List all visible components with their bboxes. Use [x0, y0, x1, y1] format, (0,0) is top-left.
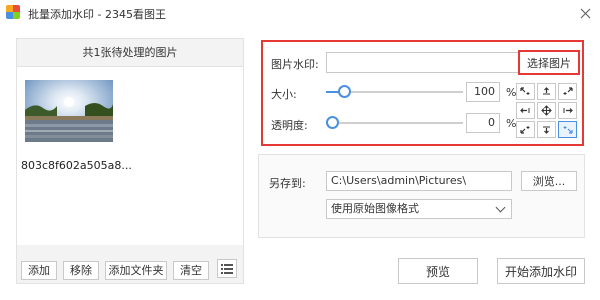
image-count-header: 共1张待处理的图片: [17, 39, 243, 67]
opacity-slider[interactable]: [326, 116, 463, 130]
watermark-image-input[interactable]: [326, 52, 519, 73]
position-top-center-icon[interactable]: [537, 83, 556, 100]
save-path-input[interactable]: C:\Users\admin\Pictures\: [326, 171, 512, 191]
position-top-left-icon[interactable]: [516, 83, 535, 100]
position-center-icon[interactable]: [537, 102, 556, 119]
size-label: 大小:: [271, 88, 297, 101]
choose-image-button[interactable]: 选择图片: [518, 50, 580, 75]
watermark-settings-panel: 图片水印: 选择图片 大小: 100 % 透明度: 0 %: [261, 40, 584, 146]
add-button[interactable]: 添加: [21, 261, 57, 280]
remove-button[interactable]: 移除: [63, 261, 99, 280]
position-middle-right-icon[interactable]: [558, 102, 577, 119]
position-middle-left-icon[interactable]: [516, 102, 535, 119]
opacity-value-field[interactable]: 0: [466, 113, 500, 133]
image-filename: 803c8f602a505a8...: [21, 159, 132, 172]
image-watermark-label: 图片水印:: [271, 58, 319, 71]
chevron-down-icon: [495, 202, 506, 213]
size-unit: %: [506, 86, 517, 99]
thumbnail-area[interactable]: 803c8f602a505a8...: [17, 67, 243, 245]
list-icon[interactable]: [217, 259, 237, 278]
close-icon[interactable]: [574, 2, 596, 24]
opacity-slider-track: [326, 122, 463, 124]
opacity-unit: %: [506, 117, 517, 130]
position-bottom-center-icon[interactable]: [537, 121, 556, 138]
size-slider[interactable]: [326, 85, 463, 99]
save-to-label: 另存到:: [269, 177, 306, 190]
start-watermark-button[interactable]: 开始添加水印: [497, 258, 585, 284]
clear-button[interactable]: 清空: [173, 261, 209, 280]
position-bottom-right-icon[interactable]: [558, 121, 577, 138]
image-list-panel: 共1张待处理的图片 803c8f602a505a8... 添加 移除 添加文件夹…: [16, 38, 244, 284]
title-bar: 批量添加水印 - 2345看图王: [0, 0, 600, 26]
opacity-slider-knob[interactable]: [326, 116, 339, 129]
image-format-value: 使用原始图像格式: [331, 202, 419, 215]
window-title: 批量添加水印 - 2345看图王: [28, 8, 166, 21]
position-grid: [516, 83, 579, 140]
app-logo-icon: [6, 5, 20, 19]
size-value-field[interactable]: 100: [466, 82, 500, 102]
position-top-right-icon[interactable]: [558, 83, 577, 100]
opacity-label: 透明度:: [271, 119, 308, 132]
size-slider-knob[interactable]: [338, 85, 351, 98]
preview-button[interactable]: 预览: [398, 258, 478, 284]
position-bottom-left-icon[interactable]: [516, 121, 535, 138]
add-folder-button[interactable]: 添加文件夹: [105, 261, 167, 280]
image-format-select[interactable]: 使用原始图像格式: [326, 199, 512, 219]
image-thumbnail[interactable]: [25, 80, 113, 142]
save-settings-panel: 另存到: C:\Users\admin\Pictures\ 浏览... 使用原始…: [258, 154, 585, 238]
browse-button[interactable]: 浏览...: [521, 171, 577, 191]
